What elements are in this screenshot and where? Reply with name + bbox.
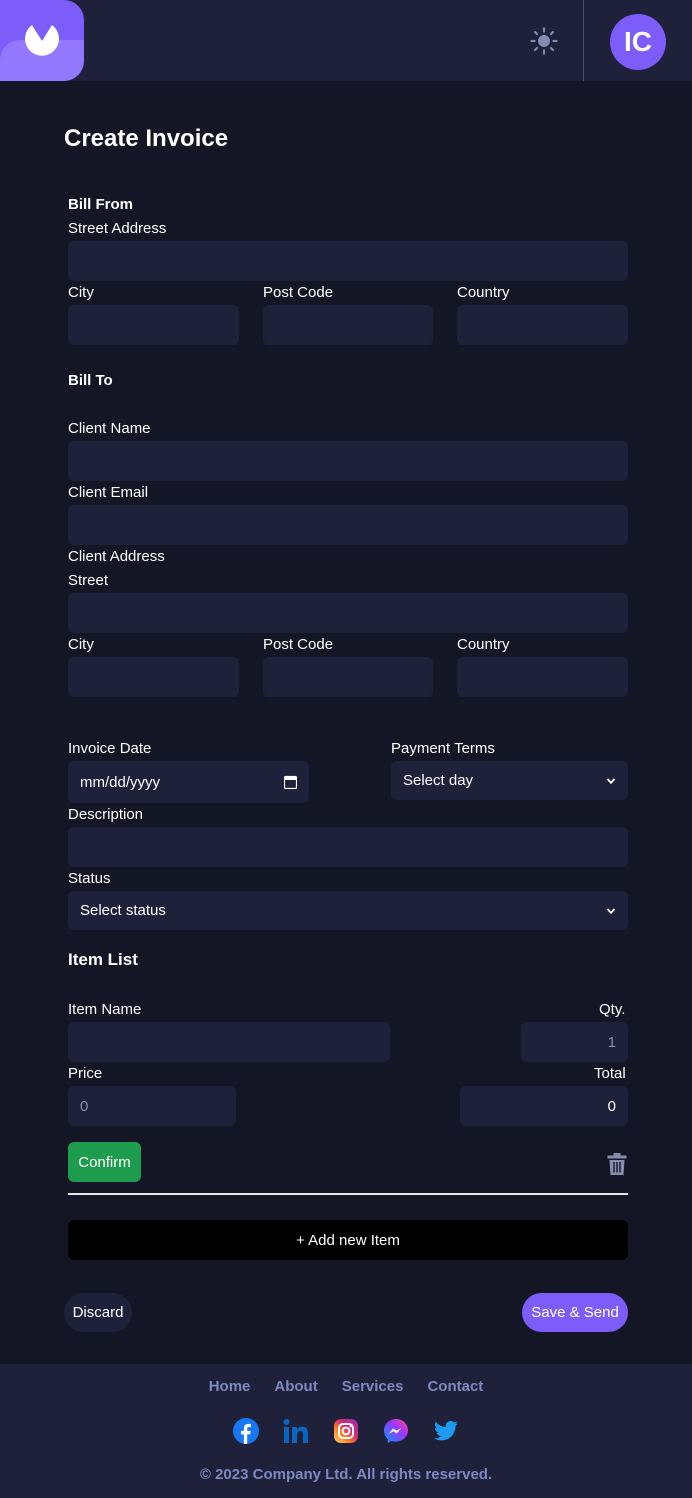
date-placeholder: mm/dd/yyyy — [80, 773, 161, 791]
confirm-button[interactable]: Confirm — [68, 1142, 141, 1182]
client-city-input[interactable] — [68, 657, 239, 697]
invoice-date-label: Invoice Date — [68, 740, 152, 757]
add-new-item-button[interactable]: + Add new Item — [68, 1220, 628, 1260]
footer-link-home[interactable]: Home — [209, 1378, 251, 1395]
total-label: Total — [594, 1065, 626, 1082]
discard-button[interactable]: Discard — [64, 1293, 132, 1332]
payment-terms-select[interactable]: Select day — [391, 761, 628, 800]
bill-to-heading: Bill To — [68, 372, 113, 389]
client-address-label: Client Address — [68, 548, 165, 565]
social-links — [233, 1418, 459, 1444]
footer-link-services[interactable]: Services — [342, 1378, 404, 1395]
sender-city-input[interactable] — [68, 305, 239, 345]
client-country-input[interactable] — [457, 657, 628, 697]
qty-input[interactable]: 1 — [521, 1022, 628, 1062]
linkedin-icon[interactable] — [283, 1418, 309, 1444]
invoice-date-input[interactable]: mm/dd/yyyy — [68, 761, 309, 803]
sender-postcode-label: Post Code — [263, 284, 334, 301]
sender-country-input[interactable] — [457, 305, 628, 345]
logo[interactable] — [0, 0, 84, 81]
bill-from-heading: Bill From — [68, 196, 134, 213]
status-value: Select status — [80, 902, 166, 919]
client-email-input[interactable] — [68, 505, 628, 545]
street-address-label: Street Address — [68, 220, 167, 237]
client-postcode-input[interactable] — [263, 657, 433, 697]
facebook-icon[interactable] — [233, 1418, 259, 1444]
price-input[interactable]: 0 — [68, 1086, 236, 1126]
sun-icon[interactable] — [530, 27, 558, 55]
calendar-icon[interactable] — [284, 775, 297, 789]
sender-street-input[interactable] — [68, 241, 628, 281]
status-label: Status — [68, 870, 111, 887]
client-street-input[interactable] — [68, 593, 628, 633]
sender-postcode-input[interactable] — [263, 305, 433, 345]
sender-city-label: City — [68, 284, 94, 301]
description-label: Description — [68, 806, 144, 823]
footer-nav: Home About Services Contact — [0, 1378, 692, 1395]
trash-icon[interactable] — [607, 1153, 627, 1175]
price-placeholder: 0 — [80, 1097, 89, 1115]
qty-label: Qty. — [599, 1001, 626, 1018]
client-postcode-label: Post Code — [263, 636, 334, 653]
page-title: Create Invoice — [64, 125, 229, 152]
avatar[interactable]: IC — [610, 14, 666, 70]
messenger-icon[interactable] — [383, 1418, 409, 1444]
payment-terms-value: Select day — [403, 772, 474, 789]
save-send-button[interactable]: Save & Send — [522, 1293, 628, 1332]
item-name-input[interactable] — [68, 1022, 390, 1062]
client-city-label: City — [68, 636, 94, 653]
instagram-icon[interactable] — [333, 1418, 359, 1444]
twitter-icon[interactable] — [433, 1418, 459, 1444]
client-email-label: Client Email — [68, 484, 149, 501]
client-name-input[interactable] — [68, 441, 628, 481]
client-country-label: Country — [457, 636, 510, 653]
chevron-down-icon — [606, 907, 616, 914]
client-street-label: Street — [68, 572, 109, 589]
total-value: 0 — [460, 1086, 628, 1126]
header-divider — [583, 0, 584, 81]
item-list-heading: Item List — [68, 950, 138, 969]
footer-link-about[interactable]: About — [274, 1378, 317, 1395]
payment-terms-label: Payment Terms — [391, 740, 495, 757]
description-input[interactable] — [68, 827, 628, 867]
chevron-down-icon — [606, 777, 616, 784]
footer-link-contact[interactable]: Contact — [427, 1378, 483, 1395]
status-select[interactable]: Select status — [68, 891, 628, 930]
top-bar: IC — [0, 0, 692, 81]
item-name-label: Item Name — [68, 1001, 142, 1018]
client-name-label: Client Name — [68, 420, 151, 437]
brand-logo-icon — [25, 25, 60, 56]
footer: Home About Services Contact © 2023 Compa… — [0, 1364, 692, 1498]
item-divider — [68, 1193, 628, 1195]
price-label: Price — [68, 1065, 103, 1082]
sender-country-label: Country — [457, 284, 510, 301]
qty-placeholder: 1 — [607, 1033, 616, 1051]
copyright: © 2023 Company Ltd. All rights reserved. — [199, 1466, 493, 1483]
